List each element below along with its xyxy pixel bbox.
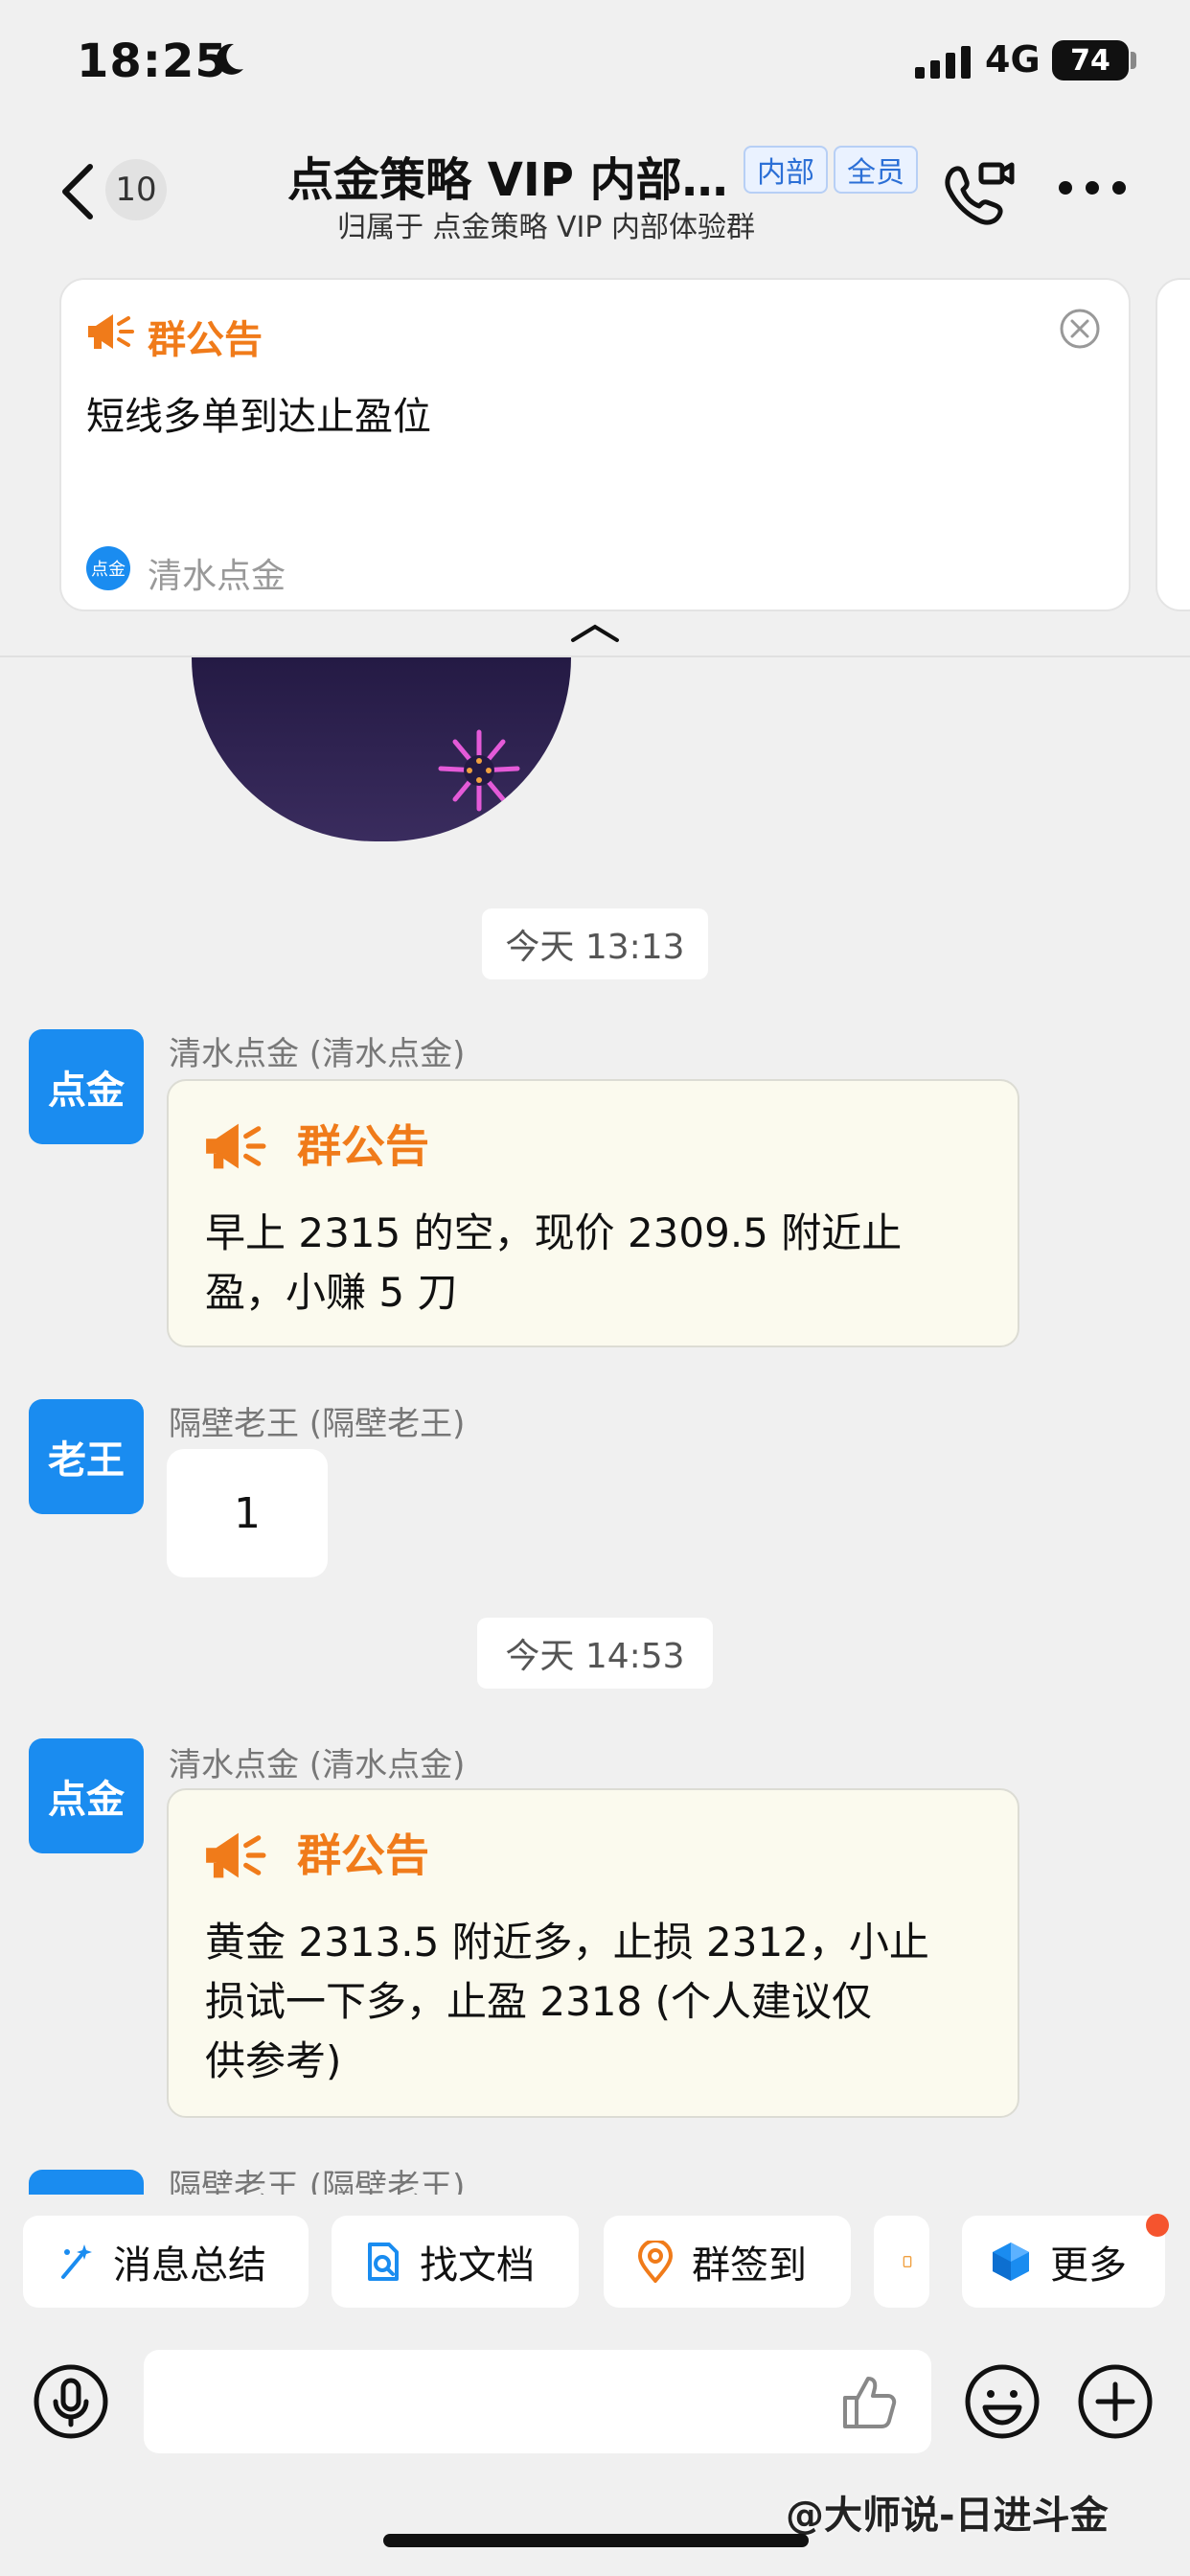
- chat-subtitle: 归属于 点金策略 VIP 内部体验群: [336, 211, 756, 244]
- status-bar: 18:25 4G 74: [0, 0, 1190, 125]
- battery-tip: [1131, 52, 1136, 69]
- announcement-label: 群公告: [148, 318, 263, 362]
- announcement-body-line: 黄金 2313.5 附近多，止损 2312，小止: [205, 1919, 929, 1966]
- announcement-body-line: 损试一下多，止盈 2318 (个人建议仅: [205, 1978, 872, 2025]
- moon-icon: [216, 43, 243, 75]
- emoji-icon[interactable]: [964, 2363, 1041, 2440]
- text-message-bubble[interactable]: 1: [167, 1449, 328, 1577]
- more-dots-icon[interactable]: [1054, 169, 1131, 207]
- summary-label: 消息总结: [113, 2243, 266, 2288]
- find-doc-button[interactable]: 找文档: [332, 2216, 579, 2308]
- avatar[interactable]: 老王: [29, 1399, 144, 1514]
- announcement-label: 群公告: [297, 1829, 429, 1881]
- tag-internal: 内部: [744, 146, 828, 194]
- avatar[interactable]: [29, 2170, 144, 2195]
- sender-name: 隔壁老王 (隔壁老王): [169, 1405, 466, 1443]
- megaphone-icon: [88, 314, 134, 349]
- megaphone-icon: [206, 1123, 266, 1169]
- sticker-image[interactable]: [192, 657, 571, 841]
- firework-icon: [438, 729, 520, 812]
- tag-all-members: 全员: [834, 146, 918, 194]
- megaphone-icon: [206, 1832, 266, 1878]
- back-chevron-icon[interactable]: [52, 153, 109, 230]
- announcement-author-avatar: 点金: [86, 546, 130, 590]
- plus-circle-icon[interactable]: [1077, 2363, 1154, 2440]
- video-call-icon[interactable]: [939, 153, 1016, 230]
- sender-name: 清水点金 (清水点金): [169, 1746, 466, 1784]
- summary-button[interactable]: 消息总结: [23, 2216, 309, 2308]
- avatar[interactable]: 点金: [29, 1029, 144, 1144]
- partial-tool-icon: [903, 2256, 912, 2267]
- next-announcement-card-peek[interactable]: [1156, 278, 1190, 611]
- hidden-tool-button[interactable]: [874, 2216, 929, 2308]
- microphone-icon[interactable]: [33, 2363, 109, 2440]
- chat-title[interactable]: 点金策略 VIP 内部…: [287, 142, 728, 209]
- message-input[interactable]: [144, 2350, 931, 2453]
- battery-indicator: 74: [1052, 40, 1129, 80]
- doc-search-icon: [368, 2242, 399, 2281]
- timestamp-divider: 今天 14:53: [477, 1618, 713, 1689]
- home-indicator: [383, 2534, 809, 2547]
- announcement-author: 清水点金: [148, 557, 286, 596]
- unread-count-badge[interactable]: 10: [105, 159, 167, 220]
- announcement-text: 短线多单到达止盈位: [86, 395, 431, 439]
- announcement-body-line: 供参考): [205, 2037, 342, 2084]
- checkin-label: 群签到: [692, 2243, 807, 2288]
- notification-dot: [1146, 2214, 1169, 2237]
- find-doc-label: 找文档: [420, 2243, 535, 2288]
- signal-icon: [915, 46, 971, 79]
- collapse-chevron-icon[interactable]: [567, 619, 623, 646]
- watermark-text: @大师说-日进斗金: [786, 2494, 1109, 2538]
- timestamp-divider: 今天 13:13: [482, 908, 708, 979]
- sender-name: 隔壁老王 (隔壁老王): [169, 2168, 466, 2195]
- avatar[interactable]: 点金: [29, 1738, 144, 1853]
- announcement-body-line: 盈，小赚 5 刀: [205, 1269, 458, 1316]
- thumbs-up-icon[interactable]: [837, 2371, 899, 2432]
- announcement-body-line: 早上 2315 的空，现价 2309.5 附近止: [205, 1209, 903, 1256]
- close-circle-icon[interactable]: [1058, 307, 1102, 351]
- cube-icon: [993, 2242, 1029, 2281]
- network-type: 4G: [985, 38, 1041, 80]
- sender-name: 清水点金 (清水点金): [169, 1035, 466, 1073]
- sparkle-icon: [61, 2244, 92, 2279]
- more-tools-label: 更多: [1050, 2243, 1127, 2288]
- header-divider: [0, 656, 1190, 657]
- announcement-label: 群公告: [297, 1120, 429, 1172]
- checkin-button[interactable]: 群签到: [604, 2216, 851, 2308]
- status-time: 18:25: [77, 34, 228, 88]
- more-tools-button[interactable]: 更多: [962, 2216, 1165, 2308]
- location-pin-icon: [637, 2241, 674, 2283]
